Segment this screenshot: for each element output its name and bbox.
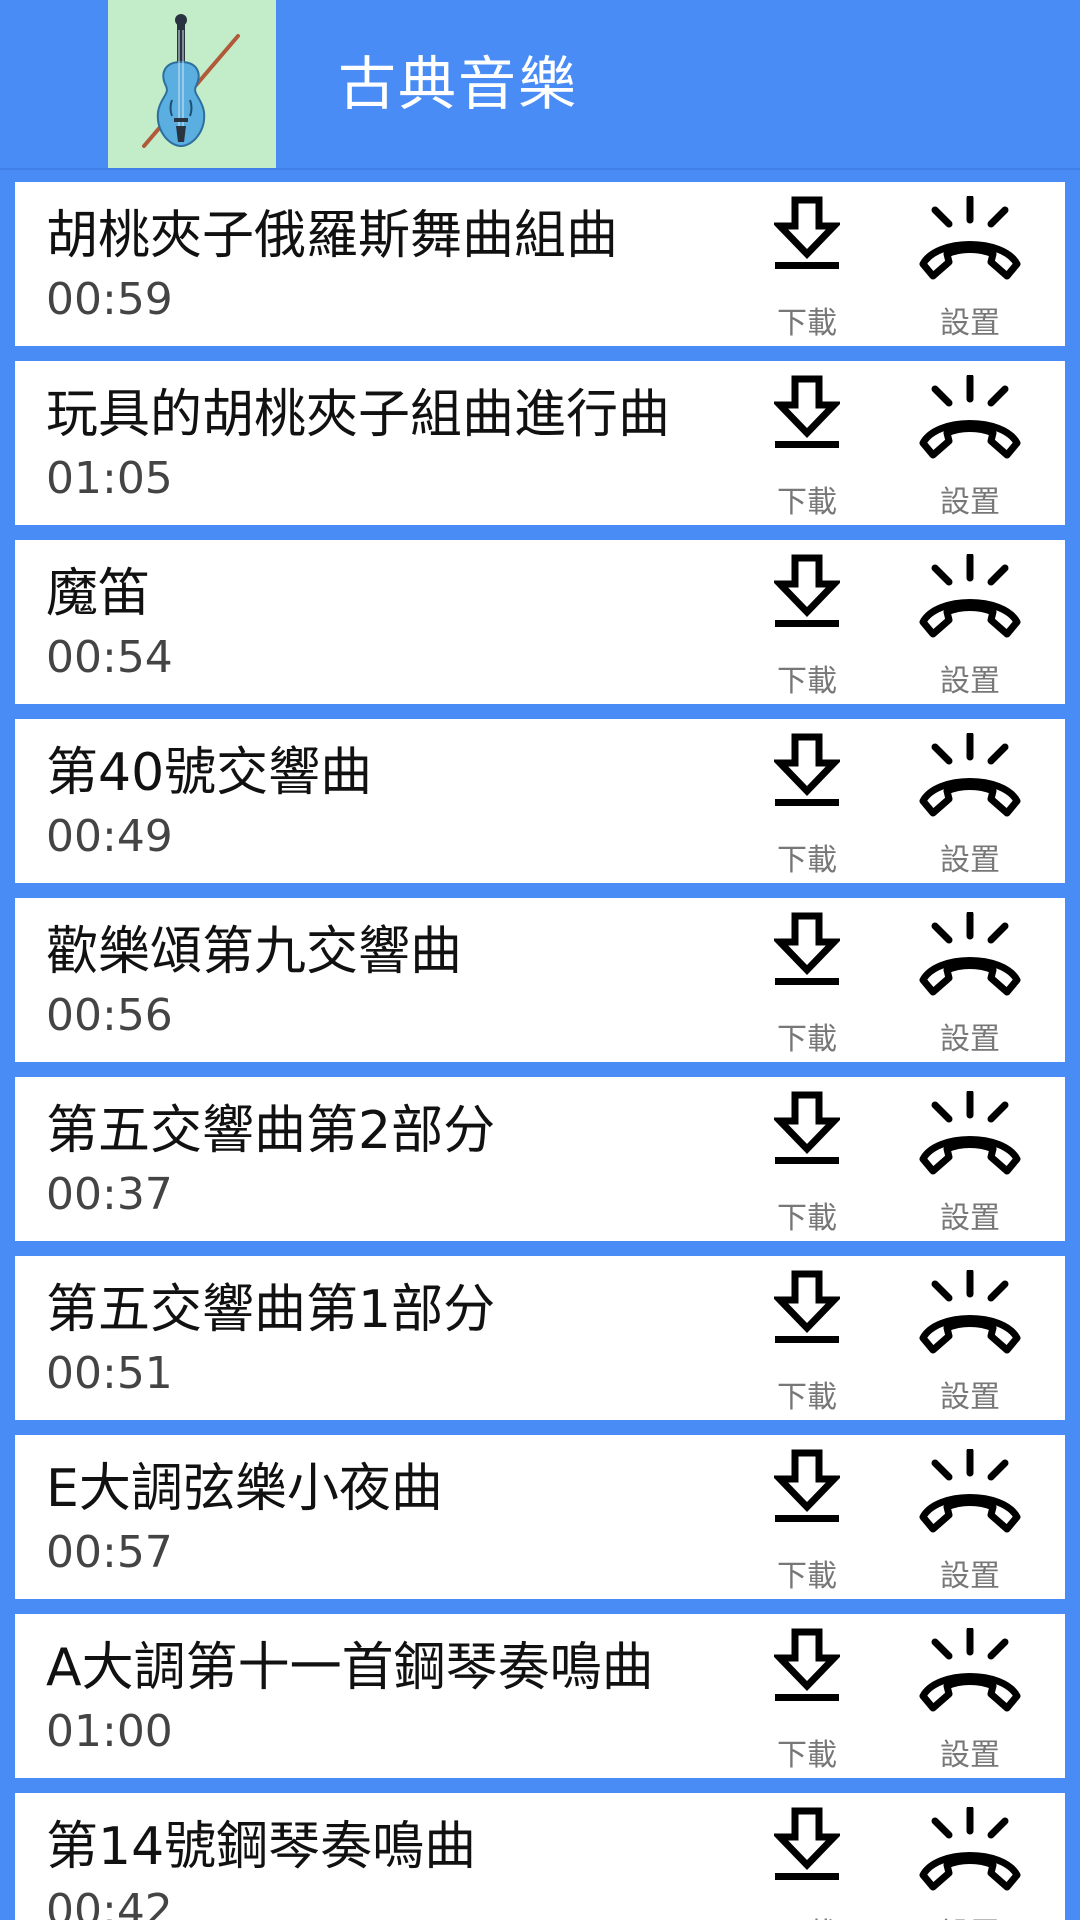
song-duration: 00:57 <box>46 1527 173 1578</box>
song-duration: 01:05 <box>46 453 173 504</box>
ringing-phone-icon <box>919 912 1021 996</box>
set-ringtone-button[interactable]: 設置 <box>905 182 1035 346</box>
download-button[interactable]: 下載 <box>742 1256 872 1420</box>
song-duration: 01:00 <box>46 1706 173 1757</box>
settings-label: 設置 <box>940 306 1000 341</box>
song-row-8[interactable]: E大調弦樂小夜曲 00:57 下載 設置 <box>15 1435 1065 1599</box>
download-button[interactable]: 下載 <box>742 540 872 704</box>
song-row-1[interactable]: 胡桃夾子俄羅斯舞曲組曲 00:59 下載 設置 <box>15 182 1065 346</box>
download-label: 下載 <box>777 1022 837 1057</box>
settings-label: 設置 <box>940 485 1000 520</box>
song-title: E大調弦樂小夜曲 <box>46 1459 443 1519</box>
download-icon <box>774 1270 840 1343</box>
ringing-phone-icon <box>919 1270 1021 1354</box>
song-row-9[interactable]: A大調第十一首鋼琴奏鳴曲 01:00 下載 設置 <box>15 1614 1065 1778</box>
download-label: 下載 <box>777 1201 837 1236</box>
song-row-3[interactable]: 魔笛 00:54 下載 設置 <box>15 540 1065 704</box>
song-title: 魔笛 <box>46 564 151 624</box>
set-ringtone-button[interactable]: 設置 <box>905 1793 1035 1920</box>
settings-label: 設置 <box>940 1559 1000 1594</box>
ringing-phone-icon <box>919 196 1021 280</box>
set-ringtone-button[interactable]: 設置 <box>905 1435 1035 1599</box>
app-header: 古典音樂 <box>0 0 1080 170</box>
download-label: 下載 <box>777 306 837 341</box>
download-icon <box>774 912 840 985</box>
song-row-10[interactable]: 第14號鋼琴奏鳴曲 00:42 下載 設置 <box>15 1793 1065 1920</box>
song-row-2[interactable]: 玩具的胡桃夾子組曲進行曲 01:05 下載 設置 <box>15 361 1065 525</box>
settings-label: 設置 <box>940 1201 1000 1236</box>
song-title: 第五交響曲第2部分 <box>46 1101 496 1161</box>
song-title: A大調第十一首鋼琴奏鳴曲 <box>46 1638 654 1698</box>
download-button[interactable]: 下載 <box>742 1793 872 1920</box>
ringing-phone-icon <box>919 1449 1021 1533</box>
song-row-5[interactable]: 歡樂頌第九交響曲 00:56 下載 設置 <box>15 898 1065 1062</box>
download-icon <box>774 733 840 806</box>
settings-label: 設置 <box>940 664 1000 699</box>
app-title: 古典音樂 <box>338 50 579 118</box>
song-row-4[interactable]: 第40號交響曲 00:49 下載 設置 <box>15 719 1065 883</box>
set-ringtone-button[interactable]: 設置 <box>905 1077 1035 1241</box>
song-duration: 00:54 <box>46 632 173 683</box>
download-button[interactable]: 下載 <box>742 898 872 1062</box>
song-title: 歡樂頌第九交響曲 <box>46 922 463 982</box>
ringing-phone-icon <box>919 733 1021 817</box>
download-label: 下載 <box>777 1738 837 1773</box>
ringing-phone-icon <box>919 1628 1021 1712</box>
app-screen: 古典音樂 胡桃夾子俄羅斯舞曲組曲 00:59 下載 設置 玩具的胡桃夾子組曲進行… <box>0 0 1080 1920</box>
download-button[interactable]: 下載 <box>742 361 872 525</box>
violin-icon <box>108 0 276 168</box>
song-duration: 00:51 <box>46 1348 173 1399</box>
download-button[interactable]: 下載 <box>742 719 872 883</box>
song-title: 第14號鋼琴奏鳴曲 <box>46 1817 477 1877</box>
ringing-phone-icon <box>919 1091 1021 1175</box>
set-ringtone-button[interactable]: 設置 <box>905 719 1035 883</box>
ringing-phone-icon <box>919 554 1021 638</box>
download-button[interactable]: 下載 <box>742 182 872 346</box>
download-button[interactable]: 下載 <box>742 1435 872 1599</box>
download-icon <box>774 1449 840 1522</box>
ringing-phone-icon <box>919 375 1021 459</box>
download-icon <box>774 1628 840 1701</box>
download-label: 下載 <box>777 1380 837 1415</box>
settings-label: 設置 <box>940 1380 1000 1415</box>
set-ringtone-button[interactable]: 設置 <box>905 1614 1035 1778</box>
song-duration: 00:59 <box>46 274 173 325</box>
download-icon <box>774 196 840 269</box>
set-ringtone-button[interactable]: 設置 <box>905 1256 1035 1420</box>
song-row-6[interactable]: 第五交響曲第2部分 00:37 下載 設置 <box>15 1077 1065 1241</box>
settings-label: 設置 <box>940 843 1000 878</box>
song-duration: 00:56 <box>46 990 173 1041</box>
set-ringtone-button[interactable]: 設置 <box>905 361 1035 525</box>
download-icon <box>774 554 840 627</box>
song-title: 胡桃夾子俄羅斯舞曲組曲 <box>46 206 619 266</box>
set-ringtone-button[interactable]: 設置 <box>905 898 1035 1062</box>
download-label: 下載 <box>777 485 837 520</box>
song-duration: 00:49 <box>46 811 173 862</box>
set-ringtone-button[interactable]: 設置 <box>905 540 1035 704</box>
ringing-phone-icon <box>919 1807 1021 1891</box>
download-icon <box>774 375 840 448</box>
download-button[interactable]: 下載 <box>742 1077 872 1241</box>
download-button[interactable]: 下載 <box>742 1614 872 1778</box>
song-duration: 00:37 <box>46 1169 173 1220</box>
song-title: 第五交響曲第1部分 <box>46 1280 496 1340</box>
download-label: 下載 <box>777 664 837 699</box>
download-label: 下載 <box>777 843 837 878</box>
song-row-7[interactable]: 第五交響曲第1部分 00:51 下載 設置 <box>15 1256 1065 1420</box>
song-duration: 00:42 <box>46 1885 173 1920</box>
settings-label: 設置 <box>940 1022 1000 1057</box>
download-icon <box>774 1807 840 1880</box>
song-title: 玩具的胡桃夾子組曲進行曲 <box>46 385 671 445</box>
download-icon <box>774 1091 840 1164</box>
song-title: 第40號交響曲 <box>46 743 373 803</box>
settings-label: 設置 <box>940 1738 1000 1773</box>
download-label: 下載 <box>777 1559 837 1594</box>
